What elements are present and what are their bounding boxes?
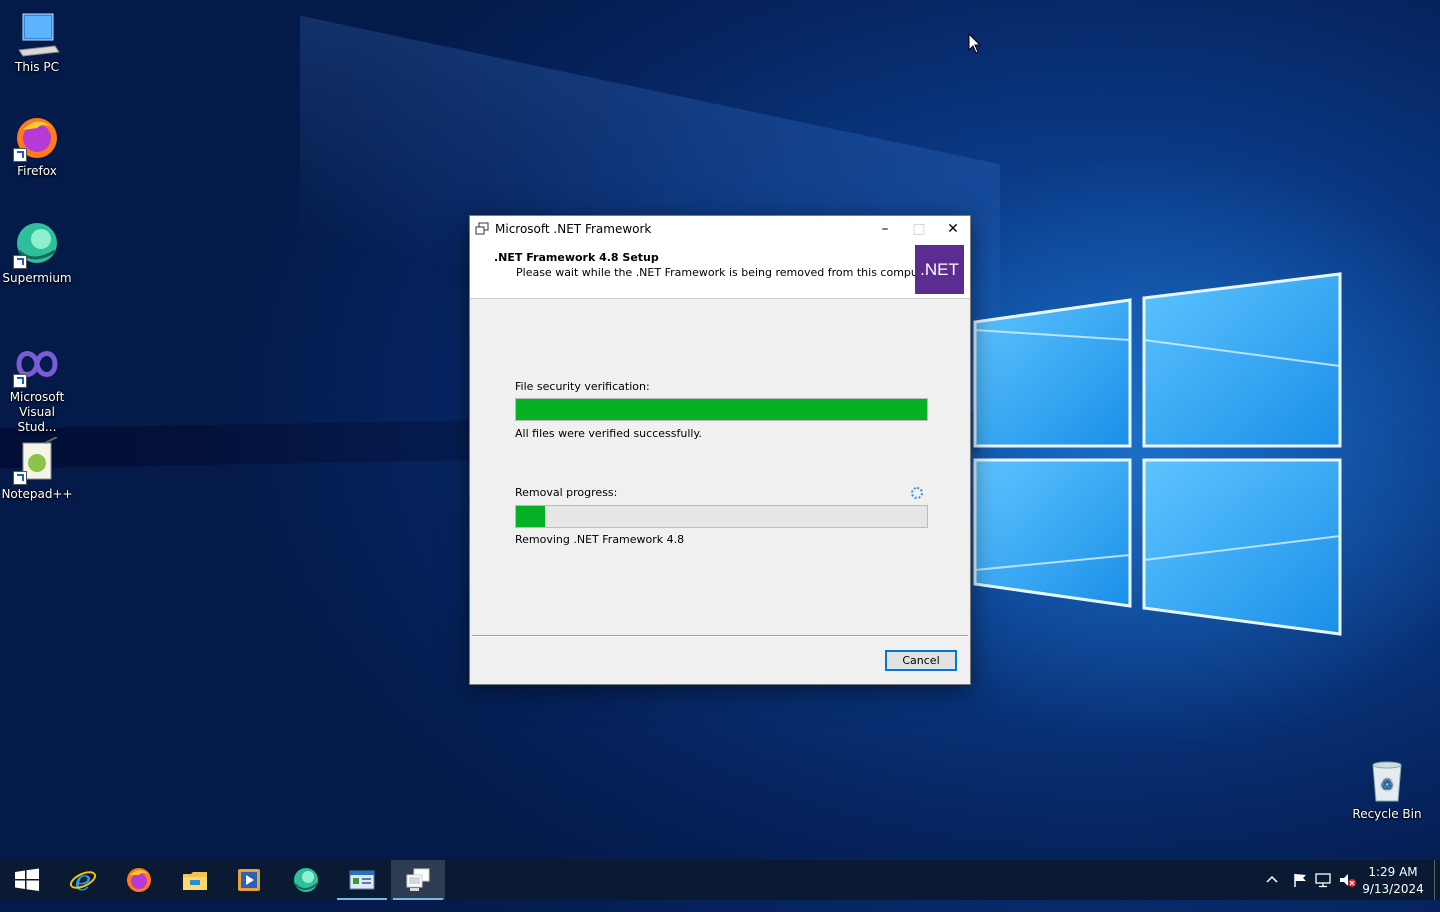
desktop-icon-label: This PC xyxy=(15,60,59,74)
shortcut-arrow-icon xyxy=(13,374,27,388)
footer-separator xyxy=(472,635,968,637)
supermium-icon xyxy=(294,868,318,892)
chevron-up-icon xyxy=(1266,875,1278,883)
network-status-button[interactable] xyxy=(1315,872,1333,912)
folder-icon xyxy=(183,872,207,890)
taskbar-supermium[interactable] xyxy=(279,860,333,900)
volume-button[interactable] xyxy=(1339,872,1357,912)
computer-icon xyxy=(13,10,61,58)
taskbar-file-explorer[interactable] xyxy=(168,860,222,900)
minimize-icon: – xyxy=(881,221,889,237)
flag-icon xyxy=(1294,874,1306,887)
dialog-titlebar[interactable]: Microsoft .NET Framework – □ ✕ xyxy=(470,216,970,242)
recycle-bin-icon: ♻ xyxy=(1363,757,1411,805)
clock-date: 9/13/2024 xyxy=(1362,882,1424,896)
close-icon: ✕ xyxy=(947,221,959,237)
firefox-icon xyxy=(13,114,61,162)
removal-label: Removal progress: xyxy=(515,486,618,499)
close-button[interactable]: ✕ xyxy=(936,216,970,242)
start-button[interactable] xyxy=(0,860,54,900)
taskbar-clock[interactable]: 1:29 AM 9/13/2024 xyxy=(1360,864,1426,898)
busy-spinner-icon xyxy=(911,487,923,499)
svg-text:e: e xyxy=(75,866,92,894)
desktop-icon-label: Microsoft Visual Stud... xyxy=(9,390,65,434)
taskbar-internet-explorer[interactable]: e xyxy=(56,860,110,900)
desktop-icon-label: Firefox xyxy=(17,164,57,178)
maximize-button: □ xyxy=(902,216,936,242)
setup-subheading: Please wait while the .NET Framework is … xyxy=(516,266,936,279)
desktop-icon-notepad-plus-plus[interactable]: Notepad++ xyxy=(0,436,75,502)
notepad-plus-plus-icon xyxy=(13,436,61,485)
svg-text:♻: ♻ xyxy=(1381,777,1394,793)
setup-icon xyxy=(406,868,430,891)
setup-heading: .NET Framework 4.8 Setup xyxy=(494,251,659,264)
shortcut-arrow-icon xyxy=(13,471,27,485)
maximize-icon: □ xyxy=(912,221,926,237)
mouse-cursor-icon xyxy=(968,33,982,54)
network-icon xyxy=(1315,873,1331,888)
visual-studio-icon xyxy=(13,340,61,388)
verification-progress-bar xyxy=(515,398,928,421)
desktop-icon-visual-studio[interactable]: Microsoft Visual Stud... xyxy=(0,340,75,435)
verification-status: All files were verified successfully. xyxy=(515,427,702,440)
dialog-title: Microsoft .NET Framework xyxy=(495,222,652,236)
firefox-icon xyxy=(127,868,151,892)
setup-icon xyxy=(475,222,489,235)
verification-progress-fill xyxy=(516,399,927,420)
desktop-icon-label: Recycle Bin xyxy=(1352,807,1422,821)
desktop-icon-this-pc[interactable]: This PC xyxy=(0,10,75,75)
desktop-icon-firefox[interactable]: Firefox xyxy=(0,114,75,179)
verification-label: File security verification: xyxy=(515,380,650,393)
show-desktop-button[interactable] xyxy=(1434,860,1440,900)
desktop-icon-recycle-bin[interactable]: ♻ Recycle Bin xyxy=(1349,757,1425,822)
desktop-icon-label: Notepad++ xyxy=(1,487,73,501)
desktop-icon-label: Supermium xyxy=(2,271,72,285)
windows-logo-wallpaper xyxy=(973,272,1342,636)
action-center-flag-button[interactable] xyxy=(1292,872,1308,912)
taskbar: e 1:29 AM 9/13/2024 xyxy=(0,860,1440,900)
volume-muted-icon xyxy=(1340,874,1356,887)
internet-explorer-icon: e xyxy=(69,866,97,894)
taskbar-firefox[interactable] xyxy=(112,860,166,900)
removal-status: Removing .NET Framework 4.8 xyxy=(515,533,685,546)
supermium-icon xyxy=(13,221,61,269)
removal-progress-bar xyxy=(515,505,928,528)
minimize-button[interactable]: – xyxy=(868,216,902,242)
taskbar-control-panel[interactable] xyxy=(335,860,389,900)
show-hidden-icons-button[interactable] xyxy=(1265,872,1279,912)
taskbar-media-player[interactable] xyxy=(222,860,276,900)
removal-progress-fill xyxy=(516,506,545,527)
clock-time: 1:29 AM xyxy=(1368,865,1418,879)
taskbar-net-setup[interactable] xyxy=(391,860,445,900)
net-logo: .NET xyxy=(915,245,964,294)
windows-logo-icon xyxy=(15,868,39,891)
control-panel-icon xyxy=(349,870,375,890)
cancel-button[interactable]: Cancel xyxy=(885,650,957,671)
shortcut-arrow-icon xyxy=(13,148,27,162)
media-player-icon xyxy=(238,869,260,891)
net-framework-setup-dialog: Microsoft .NET Framework – □ ✕ .NET Fram… xyxy=(469,215,971,685)
shortcut-arrow-icon xyxy=(13,255,27,269)
dialog-header: .NET Framework 4.8 Setup Please wait whi… xyxy=(470,242,970,299)
desktop-icon-supermium[interactable]: Supermium xyxy=(0,221,75,286)
